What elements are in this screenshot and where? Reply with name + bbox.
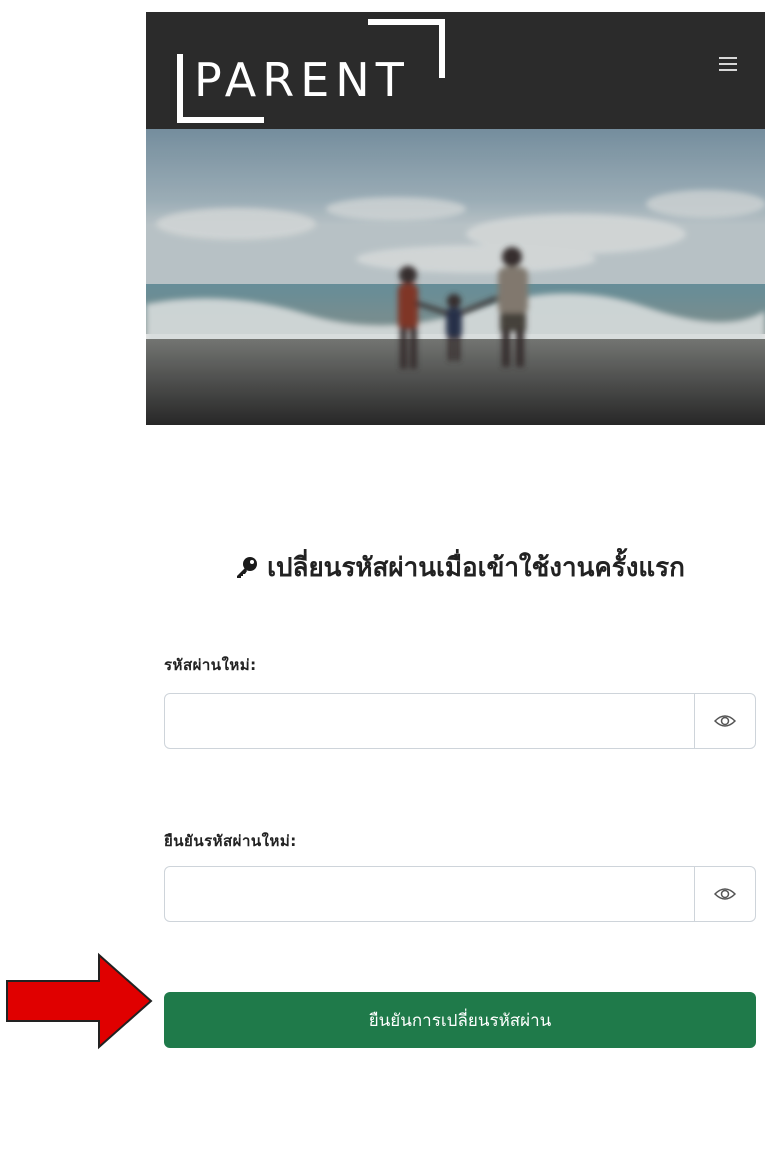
red-arrow-icon (6, 952, 153, 1050)
key-icon (237, 557, 258, 578)
confirm-change-password-button[interactable]: ยืนยันการเปลี่ยนรหัสผ่าน (164, 992, 756, 1048)
toggle-new-password-visibility-button[interactable] (694, 694, 755, 748)
page-title-text: เปลี่ยนรหัสผ่านเมื่อเข้าใช้งานครั้งแรก (267, 553, 685, 583)
eye-icon (714, 888, 736, 900)
new-password-input[interactable] (165, 694, 694, 748)
toggle-confirm-password-visibility-button[interactable] (694, 867, 755, 921)
family-beach-photo (146, 129, 765, 425)
eye-icon (714, 715, 736, 727)
hamburger-icon (719, 57, 737, 71)
hero-image (146, 129, 765, 425)
page-title: เปลี่ยนรหัสผ่านเมื่อเข้าใช้งานครั้งแรก (164, 547, 756, 588)
hamburger-menu-button[interactable] (713, 50, 743, 84)
confirm-password-group (164, 866, 756, 922)
navbar: PARENT (146, 12, 765, 131)
screenshot-stage: PARENT เปลี่ยนรหัสผ่านเมื่อเข้าใช้งานครั… (0, 0, 765, 1149)
confirm-password-label: ยืนยันรหัสผ่านใหม่: (164, 832, 297, 850)
parent-logo[interactable]: PARENT (172, 16, 472, 126)
brand-text: PARENT (194, 53, 410, 107)
mobile-page: PARENT เปลี่ยนรหัสผ่านเมื่อเข้าใช้งานครั… (146, 12, 765, 1149)
new-password-label: รหัสผ่านใหม่: (164, 656, 257, 674)
new-password-group (164, 693, 756, 749)
confirm-password-input[interactable] (165, 867, 694, 921)
